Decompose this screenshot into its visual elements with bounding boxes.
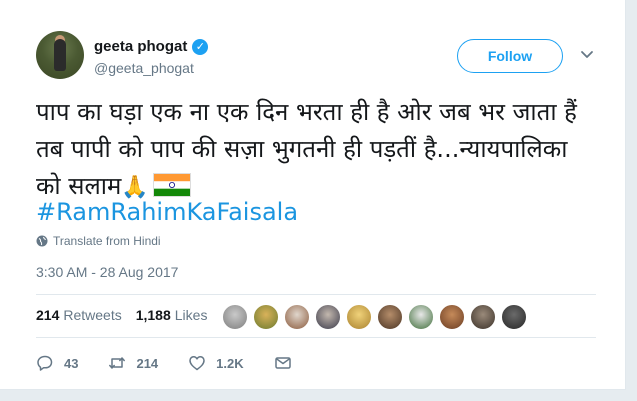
tweet-text: पाप का घड़ा एक ना एक दिन भरता ही है ओर ज… <box>36 94 596 206</box>
reply-button[interactable]: 43 <box>36 354 78 372</box>
envelope-icon <box>274 357 291 369</box>
likes-label: Likes <box>174 307 208 323</box>
reply-count: 43 <box>64 355 79 371</box>
retweet-count: 214 <box>136 355 159 371</box>
tweet-body: पाप का घड़ा एक ना एक दिन भरता ही है ओर ज… <box>36 98 577 200</box>
liker-avatar[interactable] <box>222 304 248 330</box>
retweets-stat[interactable]: 214 Retweets <box>36 307 122 323</box>
tweet-actions: 43 214 1.2K <box>36 354 332 372</box>
author-avatar[interactable] <box>36 31 84 79</box>
likes-count: 1,188 <box>135 307 171 323</box>
page-background-bottom <box>0 389 637 401</box>
page-background-right <box>625 0 637 401</box>
tweet-timestamp[interactable]: 3:30 AM - 28 Aug 2017 <box>36 264 178 280</box>
retweet-button[interactable]: 214 <box>108 354 158 372</box>
liker-avatar[interactable] <box>501 304 527 330</box>
direct-message-button[interactable] <box>274 354 302 372</box>
divider-top <box>36 294 596 295</box>
divider-bottom <box>36 337 596 338</box>
liker-avatar[interactable] <box>470 304 496 330</box>
tweet-card: geeta phogat ✓ @geeta_phogat Follow पाप … <box>0 0 626 390</box>
liker-avatar[interactable] <box>408 304 434 330</box>
retweets-count: 214 <box>36 307 60 323</box>
like-count: 1.2K <box>216 355 244 371</box>
liker-avatar[interactable] <box>439 304 465 330</box>
liker-avatar[interactable] <box>284 304 310 330</box>
chevron-down-icon[interactable] <box>580 48 594 62</box>
verified-badge-icon: ✓ <box>192 38 209 55</box>
liker-avatar[interactable] <box>377 304 403 330</box>
retweet-icon <box>109 357 126 369</box>
liker-avatar[interactable] <box>346 304 372 330</box>
hashtag-link[interactable]: #RamRahimKaFaisala <box>36 198 298 226</box>
like-button[interactable]: 1.2K <box>188 354 244 372</box>
avatar-figure <box>54 39 66 71</box>
liker-avatar[interactable] <box>315 304 341 330</box>
retweets-label: Retweets <box>63 307 122 323</box>
follow-button[interactable]: Follow <box>457 39 563 73</box>
likes-stat[interactable]: 1,188 Likes <box>136 307 208 323</box>
globe-icon <box>36 235 48 247</box>
liker-avatars <box>222 304 532 330</box>
author-name-row: geeta phogat ✓ <box>94 38 209 55</box>
translate-link[interactable]: Translate from Hindi <box>36 234 161 248</box>
reply-icon <box>37 355 53 371</box>
india-flag-icon <box>152 173 191 197</box>
author-name[interactable]: geeta phogat <box>94 38 187 55</box>
translate-label: Translate from Hindi <box>53 234 161 248</box>
liker-avatar[interactable] <box>253 304 279 330</box>
engagement-stats: 214 Retweets 1,188 Likes <box>36 307 221 323</box>
author-handle[interactable]: @geeta_phogat <box>94 60 194 76</box>
heart-icon <box>189 356 205 371</box>
